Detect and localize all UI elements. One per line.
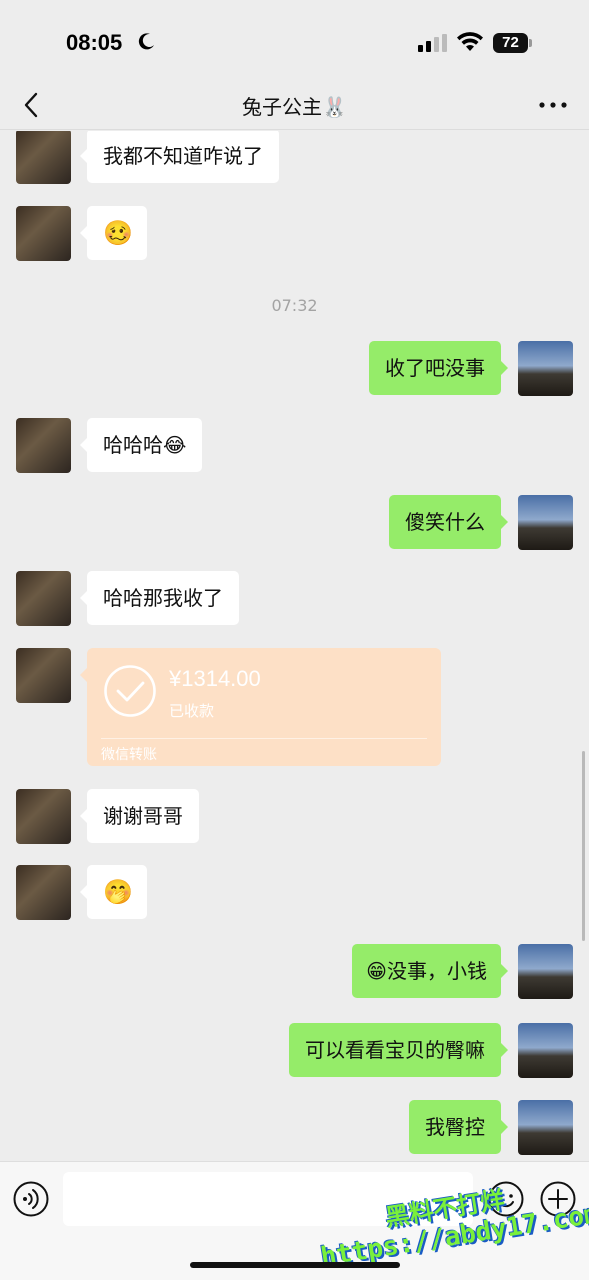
- incoming-message[interactable]: 🤭: [80, 865, 147, 919]
- nav-bar: 兔子公主🐰: [0, 80, 589, 130]
- incoming-message[interactable]: 🥴: [80, 206, 147, 260]
- my-avatar[interactable]: [518, 341, 573, 396]
- more-options-button[interactable]: [537, 90, 569, 120]
- outgoing-message[interactable]: 收了吧没事: [369, 341, 508, 395]
- transfer-amount: ¥1314.00: [169, 666, 261, 691]
- contact-avatar[interactable]: [16, 131, 71, 184]
- incoming-message[interactable]: 我都不知道咋说了: [80, 131, 279, 183]
- moon-icon: [138, 33, 154, 50]
- more-dots-icon: [539, 102, 567, 108]
- transfer-card[interactable]: ¥1314.00 已收款 微信转账: [80, 648, 441, 766]
- contact-avatar[interactable]: [16, 206, 71, 261]
- incoming-message[interactable]: 哈哈那我收了: [80, 571, 239, 625]
- divider: [101, 738, 427, 739]
- cellular-signal-icon: [418, 34, 447, 52]
- incoming-message[interactable]: 哈哈哈😂: [79, 418, 203, 472]
- home-indicator: [190, 1262, 400, 1268]
- outgoing-message[interactable]: 😁没事，小钱: [352, 944, 508, 998]
- scrollbar[interactable]: [582, 751, 585, 941]
- message-timestamp: 07:32: [271, 296, 318, 315]
- my-avatar[interactable]: [518, 1100, 573, 1155]
- battery-level: 72: [493, 33, 528, 53]
- status-time: 08:05: [66, 30, 123, 55]
- chat-messages[interactable]: 我都不知道咋说了 🥴 07:32 收了吧没事 哈哈哈😂 傻笑什么 哈哈那我收了 …: [0, 131, 589, 1161]
- outgoing-message[interactable]: 可以看看宝贝的臀嘛: [289, 1023, 508, 1077]
- incoming-message[interactable]: 谢谢哥哥: [80, 789, 199, 843]
- my-avatar[interactable]: [518, 495, 573, 550]
- check-circle-icon: [104, 665, 156, 717]
- contact-avatar[interactable]: [16, 789, 71, 844]
- outgoing-message[interactable]: 我臀控: [409, 1100, 508, 1154]
- my-avatar[interactable]: [518, 944, 573, 999]
- chat-title: 兔子公主🐰: [242, 95, 347, 119]
- transfer-status: 已收款: [169, 702, 215, 720]
- my-avatar[interactable]: [518, 1023, 573, 1078]
- contact-avatar[interactable]: [16, 648, 71, 703]
- contact-avatar[interactable]: [16, 571, 71, 626]
- wifi-icon: [457, 32, 483, 51]
- voice-input-icon[interactable]: [13, 1181, 49, 1217]
- contact-avatar[interactable]: [16, 418, 71, 473]
- status-bar: 08:05 72: [0, 0, 589, 80]
- outgoing-message[interactable]: 傻笑什么: [389, 495, 508, 549]
- transfer-label: 微信转账: [101, 747, 157, 763]
- contact-avatar[interactable]: [16, 865, 71, 920]
- battery-icon: 72: [493, 33, 533, 53]
